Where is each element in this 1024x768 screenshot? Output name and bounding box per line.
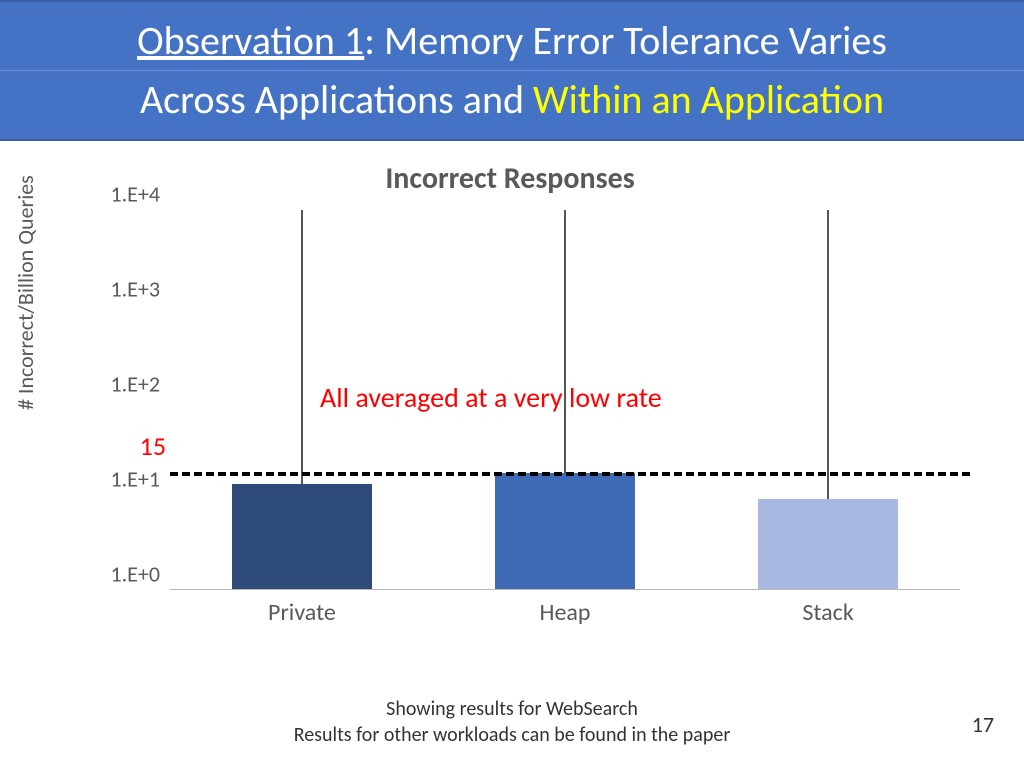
chart: Incorrect Responses # Incorrect/Billion … [40, 160, 980, 660]
y-tick-2: 1.E+2 [110, 371, 160, 398]
x-cat-private: Private [268, 598, 336, 627]
y-tick-4: 1.E+4 [110, 181, 160, 208]
threshold-line [170, 472, 970, 476]
y-axis-title: # Incorrect/Billion Queries [12, 175, 39, 410]
y-tick-1: 1.E+1 [110, 466, 160, 493]
title-part2a: Across Applications and [140, 75, 533, 124]
title-line-1: Observation 1: Memory Error Tolerance Va… [0, 16, 1024, 66]
title-observation-label: Observation 1 [137, 16, 364, 65]
annotation-low-rate: All averaged at a very low rate [320, 380, 662, 415]
bar-stack [758, 499, 898, 590]
slide: Observation 1: Memory Error Tolerance Va… [0, 0, 1024, 768]
footnote: Showing results for WebSearch Results fo… [0, 696, 1024, 748]
x-cat-stack: Stack [802, 598, 853, 627]
title-part2b-highlight: Within an Application [533, 75, 884, 124]
y-tick-0: 1.E+0 [110, 561, 160, 588]
title-divider [0, 70, 1024, 71]
bar-heap [495, 473, 635, 590]
plot-area: 1.E+0 1.E+1 1.E+2 1.E+3 1.E+4 15 All ave… [170, 210, 960, 590]
footnote-line-1: Showing results for WebSearch [0, 696, 1024, 722]
threshold-label: 15 [140, 430, 166, 462]
title-part1: : Memory Error Tolerance Varies [364, 16, 887, 65]
x-cat-heap: Heap [540, 598, 591, 627]
x-axis-line [170, 589, 960, 590]
page-number: 17 [972, 711, 994, 738]
bar-private [232, 484, 372, 590]
title-banner: Observation 1: Memory Error Tolerance Va… [0, 0, 1024, 141]
chart-title: Incorrect Responses [40, 160, 980, 197]
title-line-2: Across Applications and Within an Applic… [0, 75, 1024, 125]
footnote-line-2: Results for other workloads can be found… [0, 722, 1024, 748]
y-tick-3: 1.E+3 [110, 276, 160, 303]
